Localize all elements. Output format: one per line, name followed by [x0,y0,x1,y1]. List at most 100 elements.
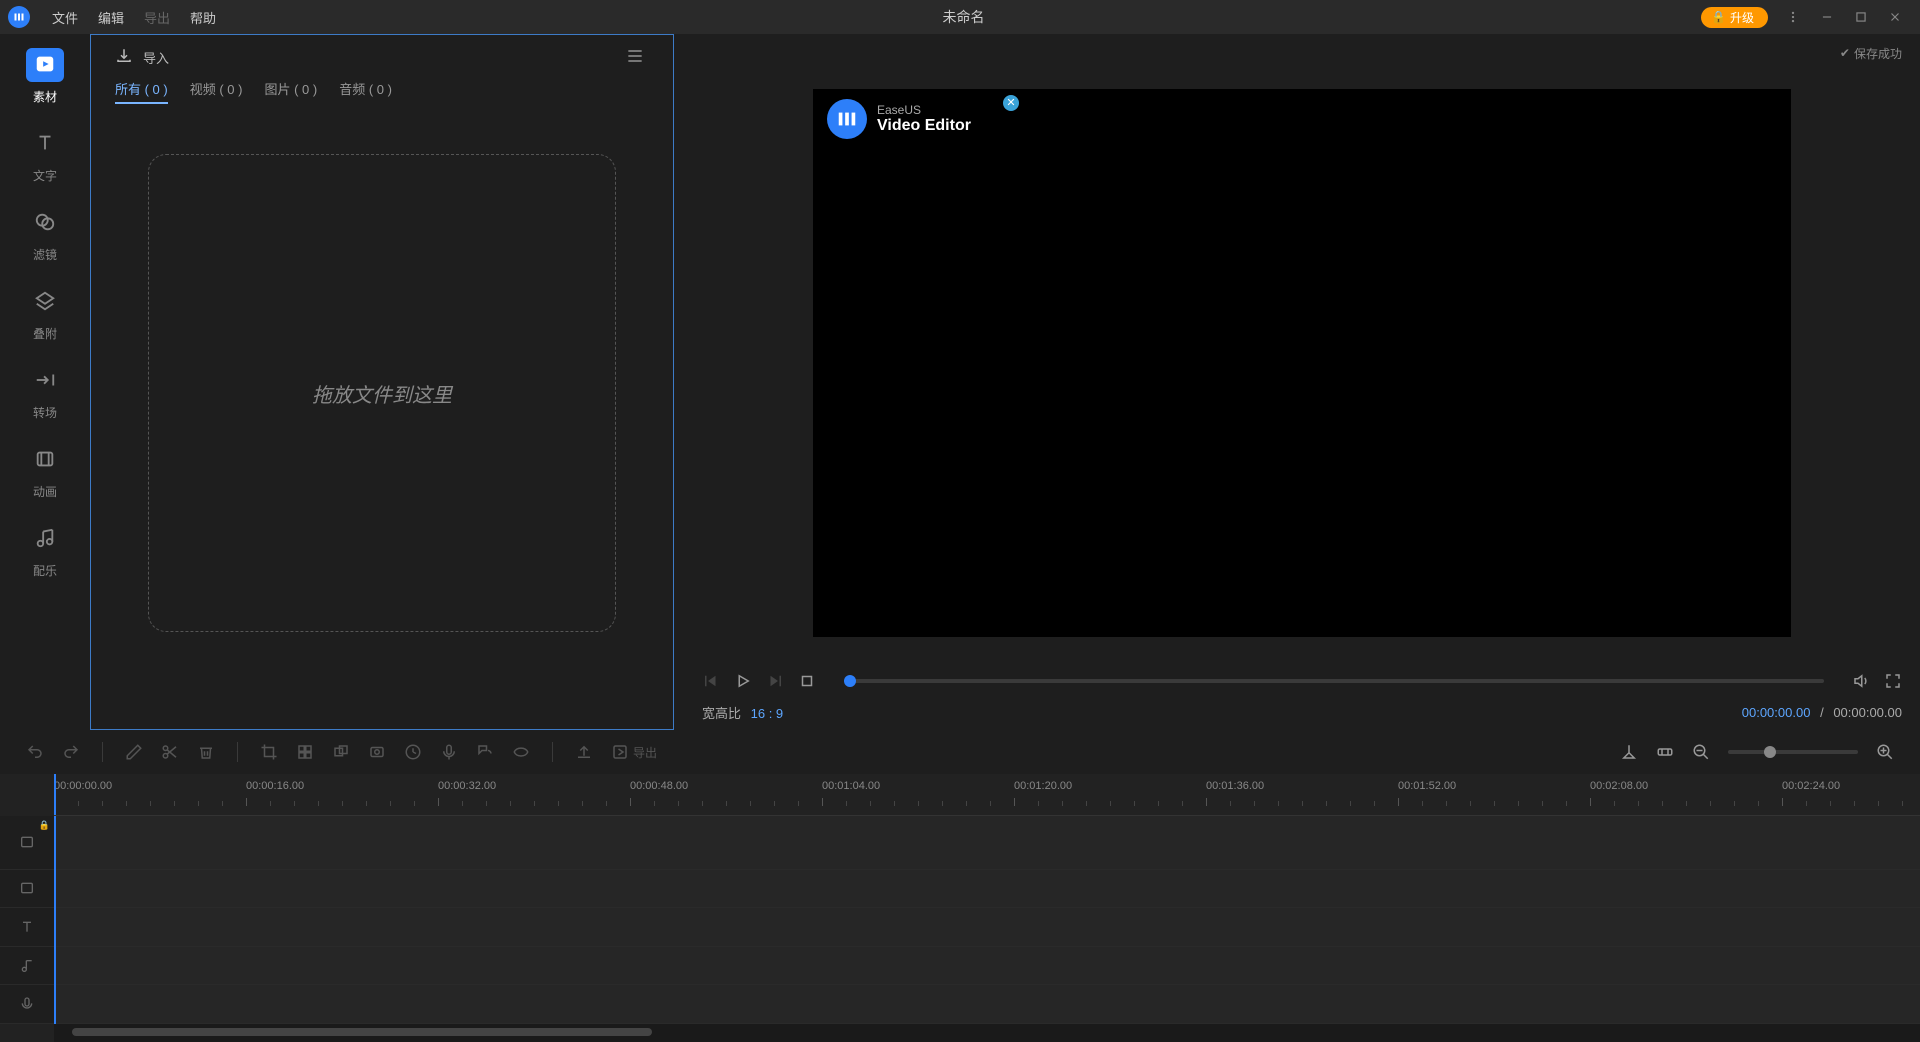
seek-slider[interactable] [844,679,1824,683]
sidebar-item-filter[interactable]: 滤镜 [14,206,76,263]
dropzone-label: 拖放文件到这里 [312,379,452,408]
redo-button[interactable] [62,743,80,761]
timeline-horizontal-scrollbar[interactable] [54,1024,1920,1042]
freeze-frame-button[interactable] [368,743,386,761]
track-video-main[interactable] [54,816,1920,870]
media-dropzone[interactable]: 拖放文件到这里 [148,154,616,632]
zoom-region-button[interactable] [332,743,350,761]
preview-controls [702,663,1902,699]
voiceover-button[interactable] [440,743,458,761]
sidebar-item-media[interactable]: 素材 [14,48,76,105]
seek-head[interactable] [844,675,856,687]
menu-edit[interactable]: 编辑 [88,8,134,27]
scrollbar-thumb[interactable] [72,1028,652,1036]
sidebar-item-overlay[interactable]: 叠附 [14,285,76,342]
save-status: ✔ 保存成功 [702,44,1902,62]
mosaic-button[interactable] [296,743,314,761]
sidebar-item-music[interactable]: 配乐 [14,522,76,579]
text-icon [34,132,56,157]
time-total: 00:00:00.00 [1833,705,1902,720]
track-header-video-main[interactable]: 🔒 [0,816,54,870]
menu-file[interactable]: 文件 [42,8,88,27]
import-button[interactable]: 导入 [115,47,169,68]
track-header-audio[interactable] [0,947,54,986]
sidebar-item-text[interactable]: 文字 [14,127,76,184]
edit-clip-button[interactable] [125,743,143,761]
zoom-out-button[interactable] [1692,743,1710,761]
sidebar-item-transition[interactable]: 转场 [14,364,76,421]
video-preview[interactable]: EaseUS Video Editor ✕ [813,89,1791,637]
tab-image[interactable]: 图片 ( 0 ) [264,79,317,104]
media-tabs: 所有 ( 0 ) 视频 ( 0 ) 图片 ( 0 ) 音频 ( 0 ) [91,79,673,110]
sidebar-item-animation[interactable]: 动画 [14,443,76,500]
track-header-voiceover[interactable] [0,985,54,1024]
delete-button[interactable] [197,743,215,761]
list-view-icon[interactable] [625,46,645,69]
crop-button[interactable] [260,743,278,761]
ruler-timestamp: 00:02:24.00 [1782,780,1840,792]
filter-icon [34,211,56,236]
fullscreen-button[interactable] [1884,672,1902,690]
sidebar-item-label: 滤镜 [33,246,57,263]
track-header-text[interactable] [0,908,54,947]
tracks[interactable] [54,816,1920,1024]
playhead[interactable] [54,816,56,1024]
track-audio[interactable] [54,947,1920,986]
music-icon [34,527,56,552]
speech-to-text-button[interactable] [512,743,530,761]
volume-button[interactable] [1852,672,1870,690]
divider [237,742,238,762]
ruler-timestamp: 00:00:16.00 [246,780,304,792]
watermark: EaseUS Video Editor [827,99,971,139]
sidebar-item-label: 转场 [33,404,57,421]
marker-button[interactable] [1620,743,1638,761]
fit-timeline-button[interactable] [1656,743,1674,761]
time-current: 00:00:00.00 [1742,705,1811,720]
text-to-speech-button[interactable] [476,743,494,761]
ruler-timestamp: 00:01:04.00 [822,780,880,792]
tab-audio[interactable]: 音频 ( 0 ) [339,79,392,104]
app-logo-icon [8,6,30,28]
save-status-label: 保存成功 [1854,45,1902,62]
sidebar-item-label: 叠附 [33,325,57,342]
divider [552,742,553,762]
ruler-timestamp: 00:01:20.00 [1014,780,1072,792]
close-icon[interactable] [1878,10,1912,24]
import-icon [115,47,133,68]
stop-button[interactable] [798,672,816,690]
track-video-pip[interactable] [54,870,1920,909]
next-frame-button[interactable] [766,672,784,690]
watermark-close-icon[interactable]: ✕ [1003,95,1019,111]
track-voiceover[interactable] [54,985,1920,1024]
zoom-slider-head[interactable] [1764,746,1776,758]
sidebar-item-label: 素材 [33,88,57,105]
ruler-timestamp: 00:00:00.00 [54,780,112,792]
aspect-value[interactable]: 16 : 9 [751,706,784,721]
lock-icon: 🔒 [39,820,50,831]
play-icon [34,53,56,78]
minimize-icon[interactable] [1810,10,1844,24]
prev-frame-button[interactable] [702,672,720,690]
zoom-slider[interactable] [1728,750,1858,754]
sidebar-item-label: 文字 [33,167,57,184]
maximize-icon[interactable] [1844,10,1878,24]
tab-video[interactable]: 视频 ( 0 ) [190,79,243,104]
split-button[interactable] [161,743,179,761]
track-header-video-pip[interactable] [0,870,54,909]
undo-button[interactable] [26,743,44,761]
upload-button[interactable] [575,743,593,761]
track-headers: 🔒 [0,816,54,1024]
timeline-toolbar: 导出 [0,730,1920,774]
speed-button[interactable] [404,743,422,761]
zoom-in-button[interactable] [1876,743,1894,761]
sidebar-item-label: 动画 [33,483,57,500]
tab-all[interactable]: 所有 ( 0 ) [115,79,168,104]
more-menu-icon[interactable] [1776,10,1810,24]
ruler-timestamp: 00:01:52.00 [1398,780,1456,792]
play-button[interactable] [734,672,752,690]
upgrade-button[interactable]: 🔒 升级 [1701,7,1768,28]
export-button[interactable]: 导出 [611,743,657,761]
timeline-ruler[interactable]: 00:00:00.0000:00:16.0000:00:32.0000:00:4… [54,774,1920,816]
menu-help[interactable]: 帮助 [180,8,226,27]
track-text[interactable] [54,908,1920,947]
